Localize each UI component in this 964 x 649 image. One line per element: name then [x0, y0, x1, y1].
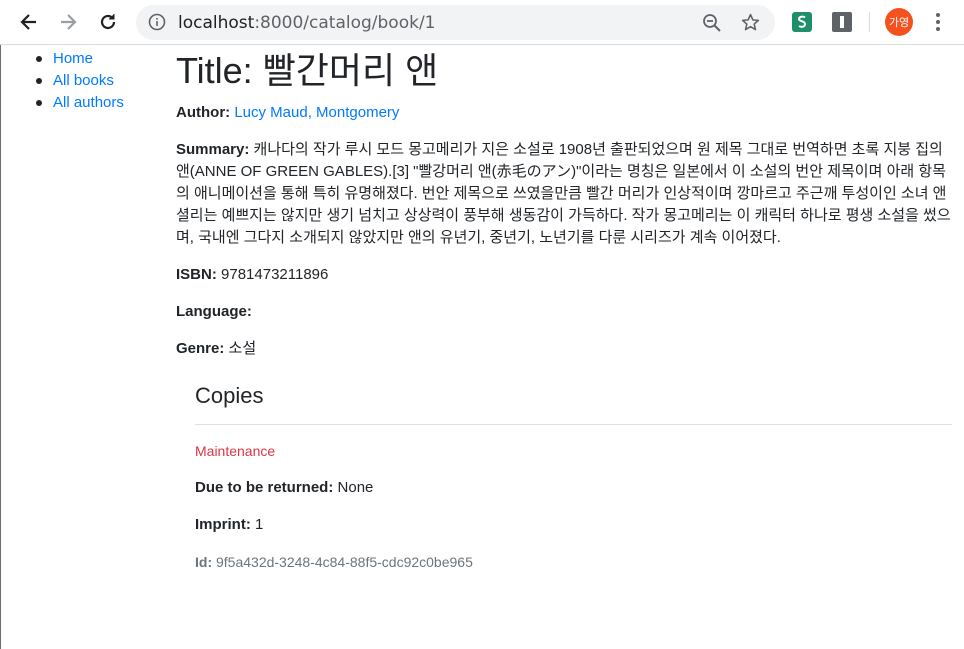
- copy-id-value: 9f5a432d-3248-4c84-88f5-cdc92c0be965: [216, 554, 473, 570]
- sidebar-item-all-authors: All authors: [36, 92, 124, 114]
- sidebar-item-home: Home: [36, 48, 124, 70]
- due-back-value: None: [337, 479, 374, 496]
- sidebar-item-all-books: All books: [36, 70, 124, 92]
- reload-icon: [100, 14, 116, 30]
- extension-s-icon[interactable]: [792, 12, 812, 32]
- url-path: :8000/catalog/book/1: [254, 13, 436, 33]
- all-authors-link[interactable]: All authors: [53, 94, 124, 111]
- genre-label: Genre:: [176, 340, 225, 357]
- back-arrow-icon: [20, 14, 36, 30]
- imprint-label: Imprint:: [195, 516, 251, 533]
- url-host: localhost: [178, 13, 255, 33]
- book-detail: Title: 빨간머리 앤 Author: Lucy Maud, Montgom…: [176, 46, 952, 588]
- author-link[interactable]: Lucy Maud, Montgomery: [234, 104, 399, 121]
- genre-value: 소설: [228, 340, 257, 357]
- extension-i-icon[interactable]: [832, 12, 852, 32]
- reload-button[interactable]: [93, 7, 123, 37]
- summary-text: 캐나다의 작가 루시 모드 몽고메리가 지은 소설로 1908년 출판되었으며 …: [176, 141, 951, 246]
- isbn-field: ISBN: 9781473211896: [176, 264, 952, 286]
- copies-divider: [195, 424, 952, 425]
- forward-arrow-icon: [61, 14, 77, 30]
- language-label: Language:: [176, 303, 252, 320]
- browser-menu-icon[interactable]: [928, 11, 948, 33]
- genre-field: Genre: 소설: [176, 338, 952, 360]
- language-field: Language:: [176, 301, 952, 323]
- imprint-field: Imprint: 1: [195, 514, 952, 536]
- summary-field: Summary: 캐나다의 작가 루시 모드 몽고메리가 지은 소설로 1908…: [176, 139, 952, 249]
- isbn-value: 9781473211896: [221, 266, 329, 283]
- due-back-label: Due to be returned:: [195, 479, 334, 496]
- profile-avatar[interactable]: 가영: [885, 8, 913, 36]
- back-button[interactable]: [14, 7, 44, 37]
- copy-id-label: Id:: [195, 554, 213, 570]
- info-icon[interactable]: [148, 13, 166, 31]
- forward-button[interactable]: [53, 7, 83, 37]
- author-label: Author:: [176, 104, 231, 121]
- copies-heading: Copies: [195, 383, 264, 408]
- address-bar[interactable]: localhost:8000/catalog/book/1: [136, 5, 775, 40]
- sidebar-nav: Home All books All authors: [36, 48, 124, 114]
- home-link[interactable]: Home: [53, 50, 93, 67]
- copy-status: Maintenance: [195, 443, 276, 459]
- summary-label: Summary:: [176, 141, 250, 158]
- isbn-label: ISBN:: [176, 266, 217, 283]
- page-title: Title: 빨간머리 앤: [176, 50, 439, 91]
- copies-section: Copies Maintenance Due to be returned: N…: [195, 375, 952, 573]
- all-books-link[interactable]: All books: [53, 72, 114, 89]
- page-left-border: [0, 45, 1, 649]
- copy-id-field: Id: 9f5a432d-3248-4c84-88f5-cdc92c0be965: [195, 551, 952, 573]
- imprint-value: 1: [255, 516, 264, 533]
- due-back-field: Due to be returned: None: [195, 477, 952, 499]
- bookmark-star-icon[interactable]: [740, 12, 761, 33]
- toolbar-separator: [869, 12, 870, 32]
- browser-toolbar: localhost:8000/catalog/book/1 가영: [0, 0, 964, 45]
- zoom-out-icon[interactable]: [702, 13, 722, 33]
- url-text[interactable]: localhost:8000/catalog/book/1: [178, 13, 436, 33]
- author-field: Author: Lucy Maud, Montgomery: [176, 102, 952, 124]
